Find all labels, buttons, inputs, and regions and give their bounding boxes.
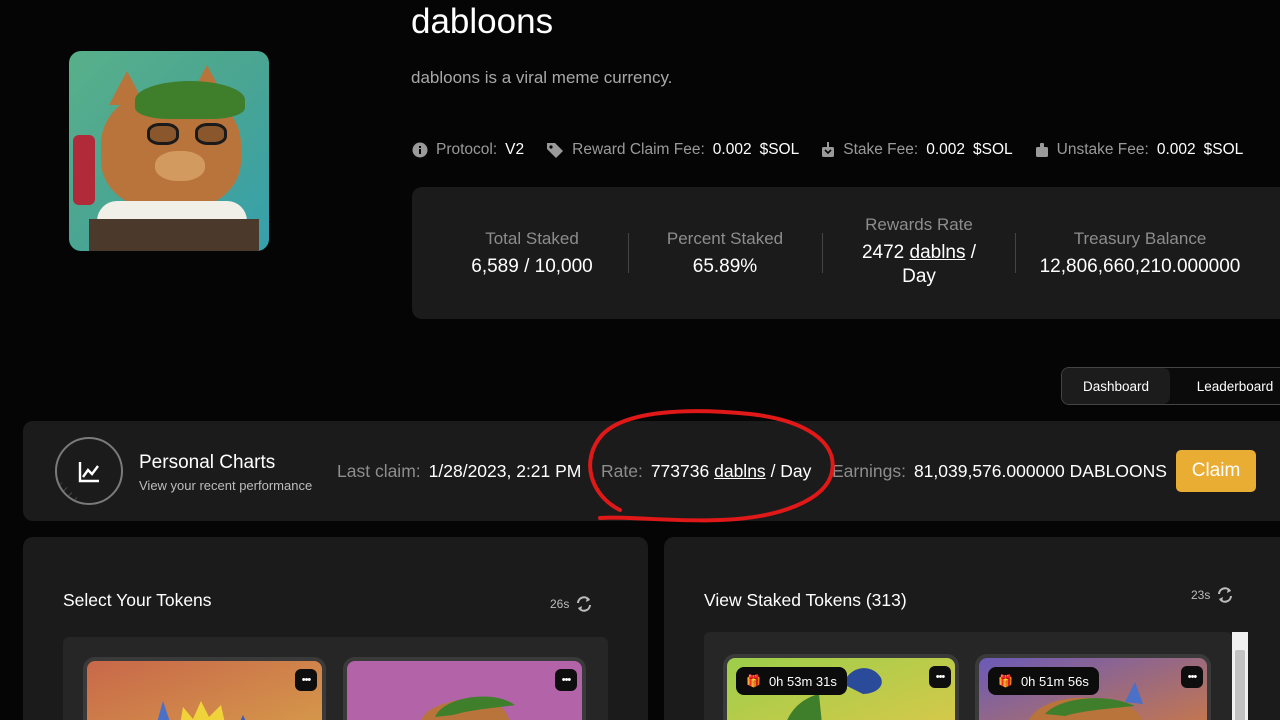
earnings-value: 81,039,576.000000 DABLOONS xyxy=(913,461,1167,481)
page-title: dabloons xyxy=(411,2,554,41)
select-tokens-refresh[interactable]: 26s xyxy=(550,596,593,612)
stake-fee-unit: $SOL xyxy=(973,141,1013,158)
gift-icon: 🎁 xyxy=(998,674,1013,688)
stat-label: Treasury Balance xyxy=(1073,229,1207,248)
stat-total-staked: Total Staked 6,589 / 10,000 xyxy=(452,229,612,279)
token-card-menu-button[interactable]: ••• xyxy=(929,666,951,688)
reward-claim-fee-value: 0.002 xyxy=(712,141,752,158)
stake-fee-value: 0.002 xyxy=(926,141,965,158)
token-card-menu-button[interactable]: ••• xyxy=(1181,666,1203,688)
avatar-hat xyxy=(135,81,245,119)
token-card-menu-button[interactable]: ••• xyxy=(295,669,317,691)
chart-badge[interactable] xyxy=(55,437,123,505)
stat-divider xyxy=(1015,233,1016,273)
personal-charts-title: Personal Charts xyxy=(139,452,276,473)
staked-token-card[interactable]: 🎁 0h 53m 31s ••• xyxy=(723,654,959,720)
protocol-info: Protocol: V2 xyxy=(412,141,524,159)
refresh-icon xyxy=(1218,587,1233,603)
stat-label: Total Staked xyxy=(485,229,579,248)
avatar-glasses-left xyxy=(147,123,179,145)
stat-label: Rewards Rate xyxy=(865,215,973,234)
stake-timer-value: 0h 51m 56s xyxy=(1020,673,1089,689)
personal-charts-subtitle: View your recent performance xyxy=(139,478,313,493)
token-art-image xyxy=(157,701,246,720)
rate-label: Rate: xyxy=(601,461,643,481)
protocol-value: V2 xyxy=(505,141,525,158)
token-card[interactable]: ••• xyxy=(343,657,586,720)
avatar-glasses-right xyxy=(195,123,227,145)
reward-claim-fee-unit: $SOL xyxy=(759,141,800,158)
refresh-time: 23s xyxy=(1191,588,1211,602)
refresh-icon xyxy=(577,596,592,612)
stat-value: 65.89% xyxy=(692,256,758,277)
rate-amount: 773736 xyxy=(650,461,710,481)
unstake-icon xyxy=(1035,143,1048,157)
unstake-fee-unit: $SOL xyxy=(1203,141,1244,158)
staked-tokens-title: View Staked Tokens (313) xyxy=(704,590,907,610)
token-card[interactable]: ••• xyxy=(83,657,326,720)
unstake-fee-info: Unstake Fee: 0.002 $SOL xyxy=(1035,141,1244,159)
stat-divider xyxy=(822,233,823,273)
claim-button[interactable]: Claim xyxy=(1176,450,1256,492)
view-tabs: Dashboard Leaderboard xyxy=(1061,367,1280,405)
rate: Rate: 773736 dablns / Day xyxy=(601,461,811,482)
avatar-coat xyxy=(89,219,259,251)
stat-label: Percent Staked xyxy=(666,229,784,248)
last-claim: Last claim: 1/28/2023, 2:21 PM xyxy=(337,461,581,482)
staked-token-card[interactable]: 🎁 0h 51m 56s ••• xyxy=(975,654,1211,720)
info-icon xyxy=(412,142,428,158)
rewards-rate-sep: / xyxy=(970,242,977,263)
page-description: dabloons is a viral meme currency. xyxy=(411,68,673,87)
rate-token-link[interactable]: dablns xyxy=(714,461,766,481)
reward-claim-fee-label: Reward Claim Fee: xyxy=(572,141,705,158)
stat-value: 2472 dablns / Day xyxy=(842,241,996,289)
earnings-label: Earnings: xyxy=(832,461,906,481)
protocol-label: Protocol: xyxy=(436,141,498,158)
staked-tokens-refresh[interactable]: 23s xyxy=(1191,587,1234,603)
reward-claim-fee-info: Reward Claim Fee: 0.002 $SOL xyxy=(546,141,799,159)
stat-divider xyxy=(628,233,629,273)
stake-fee-label: Stake Fee: xyxy=(843,141,919,158)
stat-value: 12,806,660,210.000000 xyxy=(1039,256,1241,277)
stake-fee-info: Stake Fee: 0.002 $SOL xyxy=(821,141,1013,159)
rewards-rate-period: Day xyxy=(902,266,936,287)
project-avatar xyxy=(69,51,269,251)
unstake-fee-label: Unstake Fee: xyxy=(1056,141,1149,158)
token-card-menu-button[interactable]: ••• xyxy=(555,669,577,691)
earnings: Earnings: 81,039,576.000000 DABLOONS xyxy=(832,461,1167,482)
stake-timer-badge: 🎁 0h 51m 56s xyxy=(988,667,1099,695)
refresh-time: 26s xyxy=(550,597,570,611)
stat-value: 6,589 / 10,000 xyxy=(471,256,593,277)
stat-percent-staked: Percent Staked 65.89% xyxy=(645,229,805,279)
tab-dashboard[interactable]: Dashboard xyxy=(1062,368,1170,404)
avatar-muzzle xyxy=(155,151,205,181)
tag-icon xyxy=(547,143,564,158)
gift-icon: 🎁 xyxy=(746,674,761,688)
rewards-rate-token-link[interactable]: dablns xyxy=(910,242,966,263)
avatar-tassel xyxy=(73,135,95,205)
stake-timer-badge: 🎁 0h 53m 31s xyxy=(736,667,847,695)
staked-tokens-scrollbar-thumb[interactable] xyxy=(1235,650,1245,720)
fee-info-row: Protocol: V2 Reward Claim Fee: 0.002 $SO… xyxy=(412,141,1265,159)
stat-rewards-rate: Rewards Rate 2472 dablns / Day xyxy=(842,215,996,289)
line-chart-icon xyxy=(78,462,99,483)
token-art-image xyxy=(421,696,515,720)
stake-timer-value: 0h 53m 31s xyxy=(768,673,837,689)
stake-icon xyxy=(822,142,835,157)
select-tokens-title: Select Your Tokens xyxy=(63,590,212,610)
rate-period: / Day xyxy=(770,461,812,481)
last-claim-label: Last claim: xyxy=(337,461,421,481)
last-claim-value: 1/28/2023, 2:21 PM xyxy=(428,461,582,481)
unstake-fee-value: 0.002 xyxy=(1156,141,1196,158)
rewards-rate-amount: 2472 xyxy=(861,242,905,263)
stat-treasury-balance: Treasury Balance 12,806,660,210.000000 xyxy=(1030,229,1250,279)
tab-leaderboard[interactable]: Leaderboard xyxy=(1170,368,1280,404)
